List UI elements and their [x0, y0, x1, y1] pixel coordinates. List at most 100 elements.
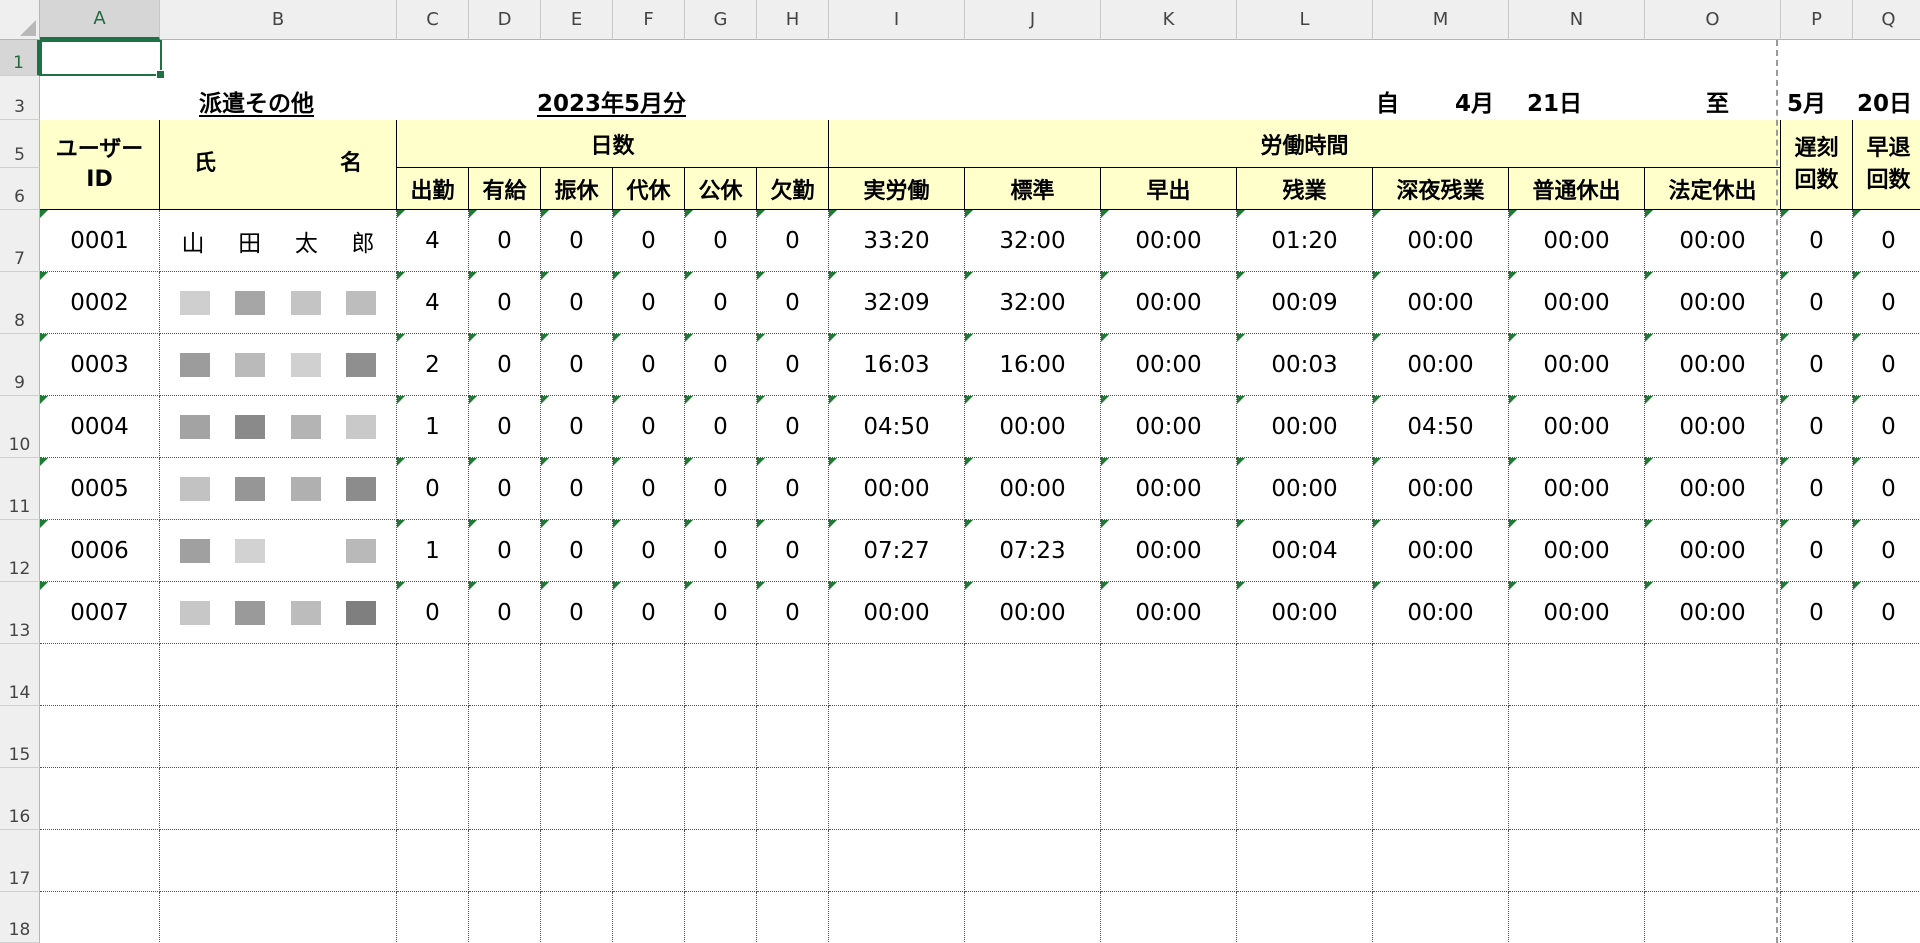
column-header-b[interactable]: B	[160, 0, 397, 40]
days-header-3[interactable]: 振休	[541, 168, 613, 210]
cell-o-8[interactable]: 00:00	[1645, 272, 1781, 334]
column-header-g[interactable]: G	[685, 0, 757, 40]
cell-c-12[interactable]: 1	[397, 520, 469, 582]
cell-f-15[interactable]	[613, 706, 685, 768]
month-title[interactable]: 2023年5月分	[537, 84, 686, 118]
category-title[interactable]: 派遣その他	[199, 84, 314, 118]
cell-a-7[interactable]: 0001	[40, 210, 160, 272]
cell-f-17[interactable]	[613, 830, 685, 892]
row-header-9[interactable]: 9	[0, 334, 40, 396]
cell-m-8[interactable]: 00:00	[1373, 272, 1509, 334]
cell-l-18[interactable]	[1237, 892, 1373, 943]
cell-d-15[interactable]	[469, 706, 541, 768]
column-header-p[interactable]: P	[1781, 0, 1853, 40]
cell-e-15[interactable]	[541, 706, 613, 768]
cell-p-11[interactable]: 0	[1781, 458, 1853, 520]
cell-j-11[interactable]: 00:00	[965, 458, 1101, 520]
column-header-d[interactable]: D	[469, 0, 541, 40]
row-header-1[interactable]: 1	[0, 40, 40, 76]
cell-o-17[interactable]	[1645, 830, 1781, 892]
cell-q-9[interactable]: 0	[1853, 334, 1920, 396]
cell-n-17[interactable]	[1509, 830, 1645, 892]
cell-d-10[interactable]: 0	[469, 396, 541, 458]
cell-h-7[interactable]: 0	[757, 210, 829, 272]
early-count-header[interactable]: 早退 回数	[1853, 120, 1920, 210]
cell-b-14[interactable]	[160, 644, 397, 706]
cell-a-12[interactable]: 0006	[40, 520, 160, 582]
cell-a-16[interactable]	[40, 768, 160, 830]
cell-d-16[interactable]	[469, 768, 541, 830]
cell-l-10[interactable]: 00:00	[1237, 396, 1373, 458]
cell-m-13[interactable]: 00:00	[1373, 582, 1509, 644]
cell-h-8[interactable]: 0	[757, 272, 829, 334]
hours-header-2[interactable]: 標準	[965, 168, 1101, 210]
cell-n-11[interactable]: 00:00	[1509, 458, 1645, 520]
hours-header-6[interactable]: 普通休出	[1509, 168, 1645, 210]
cell-a-8[interactable]: 0002	[40, 272, 160, 334]
cell-g-12[interactable]: 0	[685, 520, 757, 582]
to-month[interactable]: 5月	[1787, 84, 1826, 118]
cell-c-10[interactable]: 1	[397, 396, 469, 458]
column-header-a[interactable]: A	[40, 0, 160, 40]
cell-p-18[interactable]	[1781, 892, 1853, 943]
cell-f-18[interactable]	[613, 892, 685, 943]
hours-header-4[interactable]: 残業	[1237, 168, 1373, 210]
row-header-6[interactable]: 6	[0, 168, 40, 210]
cell-a-17[interactable]	[40, 830, 160, 892]
cell-q-14[interactable]	[1853, 644, 1920, 706]
cell-n-7[interactable]: 00:00	[1509, 210, 1645, 272]
cell-j-8[interactable]: 32:00	[965, 272, 1101, 334]
cell-o-11[interactable]: 00:00	[1645, 458, 1781, 520]
cell-d-14[interactable]	[469, 644, 541, 706]
cell-d-7[interactable]: 0	[469, 210, 541, 272]
cell-o-10[interactable]: 00:00	[1645, 396, 1781, 458]
cell-q-13[interactable]: 0	[1853, 582, 1920, 644]
column-header-e[interactable]: E	[541, 0, 613, 40]
late-count-header[interactable]: 遅刻 回数	[1781, 120, 1853, 210]
cell-g-13[interactable]: 0	[685, 582, 757, 644]
cell-l-17[interactable]	[1237, 830, 1373, 892]
cell-b-16[interactable]	[160, 768, 397, 830]
cell-f-14[interactable]	[613, 644, 685, 706]
column-header-f[interactable]: F	[613, 0, 685, 40]
cell-q-12[interactable]: 0	[1853, 520, 1920, 582]
cell-c-14[interactable]	[397, 644, 469, 706]
cell-m-10[interactable]: 04:50	[1373, 396, 1509, 458]
cell-d-17[interactable]	[469, 830, 541, 892]
cell-o-9[interactable]: 00:00	[1645, 334, 1781, 396]
cell-e-10[interactable]: 0	[541, 396, 613, 458]
cell-p-10[interactable]: 0	[1781, 396, 1853, 458]
cell-f-9[interactable]: 0	[613, 334, 685, 396]
cell-e-17[interactable]	[541, 830, 613, 892]
cell-d-11[interactable]: 0	[469, 458, 541, 520]
cell-i-13[interactable]: 00:00	[829, 582, 965, 644]
cell-n-8[interactable]: 00:00	[1509, 272, 1645, 334]
cell-n-9[interactable]: 00:00	[1509, 334, 1645, 396]
cell-g-9[interactable]: 0	[685, 334, 757, 396]
cell-f-13[interactable]: 0	[613, 582, 685, 644]
cell-h-18[interactable]	[757, 892, 829, 943]
days-header-2[interactable]: 有給	[469, 168, 541, 210]
cell-g-18[interactable]	[685, 892, 757, 943]
cell-i-18[interactable]	[829, 892, 965, 943]
cell-c-9[interactable]: 2	[397, 334, 469, 396]
row-header-14[interactable]: 14	[0, 644, 40, 706]
cell-i-9[interactable]: 16:03	[829, 334, 965, 396]
cell-b-7[interactable]: 山田太郎	[160, 210, 397, 272]
cell-l-8[interactable]: 00:09	[1237, 272, 1373, 334]
cell-b-9[interactable]	[160, 334, 397, 396]
cell-h-12[interactable]: 0	[757, 520, 829, 582]
select-all-corner[interactable]	[0, 0, 40, 40]
cell-b-12[interactable]	[160, 520, 397, 582]
column-header-l[interactable]: L	[1237, 0, 1373, 40]
column-header-q[interactable]: Q	[1853, 0, 1920, 40]
cell-b-10[interactable]	[160, 396, 397, 458]
cell-a-15[interactable]	[40, 706, 160, 768]
cell-d-8[interactable]: 0	[469, 272, 541, 334]
cell-o-15[interactable]	[1645, 706, 1781, 768]
cell-k-16[interactable]	[1101, 768, 1237, 830]
cell-a-18[interactable]	[40, 892, 160, 943]
cell-f-8[interactable]: 0	[613, 272, 685, 334]
to-day[interactable]: 20日	[1857, 84, 1912, 118]
row-header-3[interactable]: 3	[0, 76, 40, 120]
